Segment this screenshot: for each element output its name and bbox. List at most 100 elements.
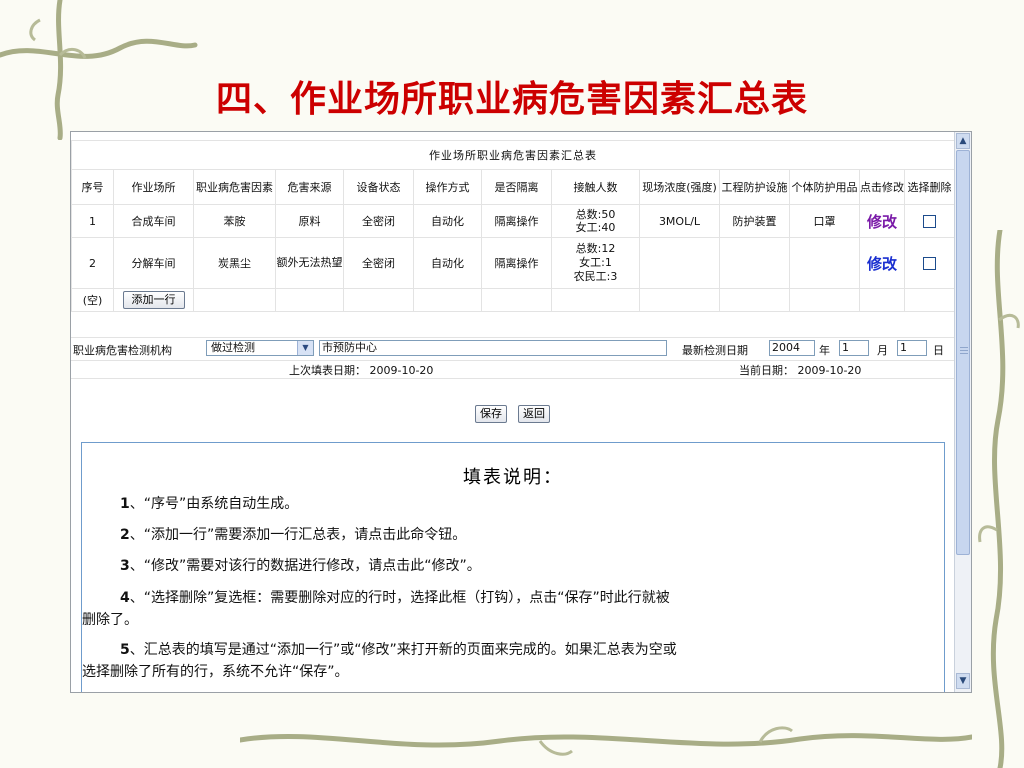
edit-link[interactable]: 修改 bbox=[867, 213, 897, 231]
month-input[interactable]: 1 bbox=[839, 340, 869, 356]
help-item-num: 5 bbox=[120, 642, 130, 658]
row-number: 2 bbox=[71, 237, 114, 289]
help-item-num: 4 bbox=[120, 590, 130, 606]
dropdown-arrow-icon[interactable]: ▼ bbox=[297, 341, 313, 355]
scroll-thumb[interactable] bbox=[956, 150, 970, 555]
table-row: 2 分解车间 炭黑尘 额外无法热望 全密闭 自动化 隔离操作 总数:12 女工:… bbox=[71, 237, 954, 289]
last-fill-value: 2009-10-20 bbox=[369, 364, 434, 377]
help-item-text: 、“选择删除”复选框：需要删除对应的行时，选择此框（打钩），点击“保存”时此行就… bbox=[129, 590, 670, 606]
table-header-row: 序号 作业场所 职业病危害因素 危害来源 设备状态 操作方式 是否隔离 接触人数… bbox=[71, 169, 954, 205]
add-row-cell: 添加一行 bbox=[113, 288, 194, 312]
header-cell: 操作方式 bbox=[413, 169, 482, 205]
edit-cell: 修改 bbox=[859, 204, 905, 238]
page-content: 作业场所职业病危害因素汇总表 序号 作业场所 职业病危害因素 危害来源 设备状态… bbox=[71, 132, 954, 692]
contact-line: 总数:50 bbox=[575, 208, 616, 221]
delete-cell bbox=[904, 237, 954, 289]
header-cell: 是否隔离 bbox=[481, 169, 552, 205]
scroll-up-icon[interactable]: ▲ bbox=[956, 133, 970, 149]
empty-label: (空) bbox=[71, 288, 114, 312]
work-place: 合成车间 bbox=[113, 204, 194, 238]
operation-mode: 自动化 bbox=[413, 237, 482, 289]
header-cell: 接触人数 bbox=[551, 169, 640, 205]
header-cell: 工程防护设施 bbox=[719, 169, 790, 205]
help-item: 2、“添加一行”需要添加一行汇总表，请点击此命令钮。 bbox=[82, 524, 944, 546]
vine-decoration-right bbox=[978, 230, 1020, 768]
help-item: 5、汇总表的填写是通过“添加一行”或“修改”来打开新的页面来完成的。如果汇总表为… bbox=[82, 639, 944, 661]
header-cell: 设备状态 bbox=[343, 169, 414, 205]
help-item-text: 、汇总表的填写是通过“添加一行”或“修改”来打开新的页面来完成的。如果汇总表为空… bbox=[129, 642, 677, 658]
detection-status-select[interactable]: 做过检测 ▼ bbox=[206, 340, 314, 356]
back-button[interactable]: 返回 bbox=[518, 405, 551, 423]
delete-checkbox[interactable] bbox=[923, 256, 936, 270]
detection-org-label: 职业病危害检测机构 bbox=[73, 344, 172, 357]
add-row-button[interactable]: 添加一行 bbox=[122, 291, 185, 309]
hazard-source: 原料 bbox=[275, 204, 344, 238]
grip-line bbox=[960, 347, 968, 348]
delete-cell bbox=[904, 204, 954, 238]
hazard-factor: 炭黑尘 bbox=[193, 237, 276, 289]
hazard-factor: 苯胺 bbox=[193, 204, 276, 238]
help-box: 填表说明： 1、“序号”由系统自动生成。 2、“添加一行”需要添加一行汇总表，请… bbox=[81, 442, 945, 692]
work-place: 分解车间 bbox=[113, 237, 194, 289]
summary-table: 作业场所职业病危害因素汇总表 序号 作业场所 职业病危害因素 危害来源 设备状态… bbox=[71, 140, 954, 312]
equipment-status: 全密闭 bbox=[343, 204, 414, 238]
month-unit: 月 bbox=[877, 344, 888, 357]
current-date-label: 当前日期： bbox=[739, 364, 794, 377]
current-date: 当前日期： 2009-10-20 bbox=[739, 362, 861, 378]
edit-link[interactable]: 修改 bbox=[867, 255, 897, 273]
action-bar: 保存 返回 bbox=[71, 402, 954, 423]
header-cell: 作业场所 bbox=[113, 169, 194, 205]
grip-line bbox=[960, 353, 968, 354]
engineering-protection bbox=[719, 237, 790, 289]
help-item: 4、“选择删除”复选框：需要删除对应的行时，选择此框（打钩），点击“保存”时此行… bbox=[82, 587, 944, 609]
hazard-source: 额外无法热望 bbox=[275, 237, 344, 289]
header-cell: 序号 bbox=[71, 169, 114, 205]
header-cell: 职业病危害因素 bbox=[193, 169, 276, 205]
latest-date-label: 最新检测日期 bbox=[682, 344, 748, 357]
contact-line: 女工:40 bbox=[575, 221, 616, 234]
save-button[interactable]: 保存 bbox=[474, 405, 507, 423]
header-cell: 选择删除 bbox=[904, 169, 954, 205]
help-item-num: 2 bbox=[120, 527, 130, 543]
slide-title: 四、作业场所职业病危害因素汇总表 bbox=[215, 78, 808, 120]
engineering-protection: 防护装置 bbox=[719, 204, 790, 238]
last-fill-date: 上次填表日期： 2009-10-20 bbox=[289, 362, 433, 378]
detection-org-input[interactable]: 市预防中心 bbox=[319, 340, 667, 356]
contact-line: 女工:1 bbox=[579, 256, 612, 269]
header-cell: 危害来源 bbox=[275, 169, 344, 205]
edit-cell: 修改 bbox=[859, 237, 905, 289]
vertical-scrollbar[interactable]: ▲ ▼ bbox=[954, 132, 971, 692]
table-caption: 作业场所职业病危害因素汇总表 bbox=[71, 140, 954, 170]
delete-checkbox[interactable] bbox=[923, 214, 936, 228]
help-item-text: 、“序号”由系统自动生成。 bbox=[129, 496, 299, 512]
day-unit: 日 bbox=[933, 344, 944, 357]
personal-protection: 口罩 bbox=[789, 204, 860, 238]
detection-strip: 职业病危害检测机构 做过检测 ▼ 市预防中心 最新检测日期 2004 年 1 月… bbox=[71, 337, 954, 361]
header-cell: 个体防护用品 bbox=[789, 169, 860, 205]
help-item-num: 1 bbox=[120, 496, 130, 512]
row-number: 1 bbox=[71, 204, 114, 238]
grip-line bbox=[960, 350, 968, 351]
help-item-num: 3 bbox=[120, 558, 130, 574]
add-row-row: (空) 添加一行 bbox=[71, 288, 954, 312]
day-input[interactable]: 1 bbox=[897, 340, 927, 356]
help-item-text: 、“添加一行”需要添加一行汇总表，请点击此命令钮。 bbox=[129, 527, 467, 543]
last-fill-label: 上次填表日期： bbox=[289, 364, 366, 377]
equipment-status: 全密闭 bbox=[343, 237, 414, 289]
year-input[interactable]: 2004 bbox=[769, 340, 815, 356]
contact-line: 总数:12 bbox=[575, 242, 616, 255]
personal-protection bbox=[789, 237, 860, 289]
current-date-value: 2009-10-20 bbox=[797, 364, 862, 377]
operation-mode: 自动化 bbox=[413, 204, 482, 238]
help-item-text: 、“修改”需要对该行的数据进行修改，请点击此“修改”。 bbox=[129, 558, 481, 574]
help-title: 填表说明： bbox=[463, 467, 563, 488]
detection-status-value: 做过检测 bbox=[211, 341, 255, 354]
concentration: 3MOL/L bbox=[639, 204, 720, 238]
year-unit: 年 bbox=[819, 344, 830, 357]
concentration bbox=[639, 237, 720, 289]
header-cell: 点击修改 bbox=[859, 169, 905, 205]
help-item: 3、“修改”需要对该行的数据进行修改，请点击此“修改”。 bbox=[82, 555, 944, 577]
vine-decoration-bottom bbox=[240, 726, 972, 756]
scroll-down-icon[interactable]: ▼ bbox=[956, 673, 970, 689]
dates-strip: 上次填表日期： 2009-10-20 当前日期： 2009-10-20 bbox=[71, 360, 954, 379]
